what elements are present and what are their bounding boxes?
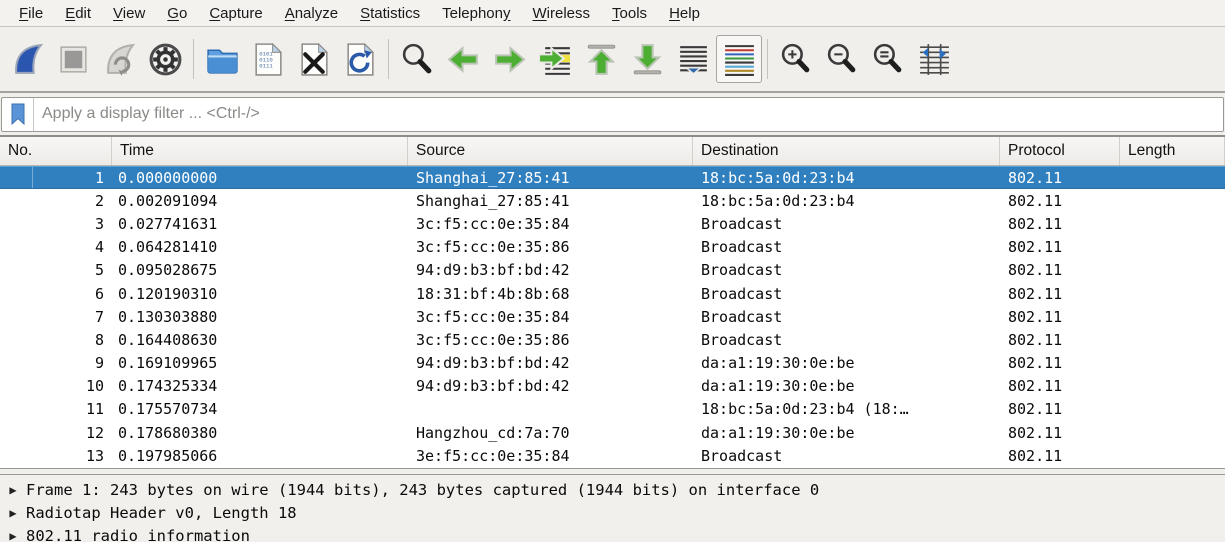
shark-fin-start-icon <box>9 41 46 78</box>
go-back-button[interactable] <box>440 35 486 83</box>
packet-row[interactable]: 130.1979850663e:f5:cc:0e:35:84 Broadcast… <box>0 444 1225 467</box>
stop-square-icon <box>55 41 92 78</box>
colorize-icon <box>721 41 758 78</box>
packet-row[interactable]: 60.12019031018:31:bf:4b:8b:68 Broadcast8… <box>0 282 1225 305</box>
svg-text:0111: 0111 <box>259 62 273 69</box>
main-toolbar: 0101 0110 0111 <box>0 27 1225 93</box>
packet-row[interactable]: 20.002091094Shanghai_27:85:41 18:bc:5a:0… <box>0 189 1225 212</box>
packet-row[interactable]: 90.16910996594:d9:b3:bf:bd:42 da:a1:19:3… <box>0 352 1225 375</box>
colorize-button[interactable] <box>716 35 762 83</box>
detail-tree-line[interactable]: ▶ 802.11 radio information <box>0 524 1225 542</box>
packet-row[interactable]: 30.0277416313c:f5:cc:0e:35:84 Broadcast8… <box>0 212 1225 235</box>
column-header-destination[interactable]: Destination <box>693 137 1000 165</box>
packet-row[interactable]: 110.175570734 18:bc:5a:0d:23:b4 (18:…802… <box>0 398 1225 421</box>
auto-scroll-button[interactable] <box>670 35 716 83</box>
filter-bar <box>0 93 1225 137</box>
zoom-in-icon <box>778 41 815 78</box>
menu-item-file[interactable]: File <box>8 3 54 24</box>
save-document-icon: 0101 0110 0111 <box>250 41 287 78</box>
display-filter-box <box>1 97 1224 132</box>
toolbar-separator <box>767 39 768 79</box>
menu-item-analyze[interactable]: Analyze <box>274 3 349 24</box>
auto-scroll-icon <box>675 41 712 78</box>
menu-item-statistics[interactable]: Statistics <box>349 3 431 24</box>
packet-list: 10.000000000Shanghai_27:85:41 18:bc:5a:0… <box>0 166 1225 468</box>
packet-row[interactable]: 100.17432533494:d9:b3:bf:bd:42 da:a1:19:… <box>0 375 1225 398</box>
packet-row[interactable]: 70.1303038803c:f5:cc:0e:35:84 Broadcast8… <box>0 305 1225 328</box>
menu-item-tools[interactable]: Tools <box>601 3 658 24</box>
detail-tree-line[interactable]: ▶ Frame 1: 243 bytes on wire (1944 bits)… <box>0 478 1225 501</box>
start-capture-button[interactable] <box>4 35 50 83</box>
stop-capture-button[interactable] <box>50 35 96 83</box>
zoom-100-icon <box>870 41 907 78</box>
menu-item-view[interactable]: View <box>102 3 156 24</box>
resize-columns-icon <box>916 41 953 78</box>
toolbar-separator <box>193 39 194 79</box>
expand-arrow-icon[interactable]: ▶ <box>0 483 26 497</box>
first-packet-icon <box>583 41 620 78</box>
zoom-100-button[interactable] <box>865 35 911 83</box>
expand-arrow-icon[interactable]: ▶ <box>0 506 26 520</box>
capture-options-button[interactable] <box>142 35 188 83</box>
bookmark-icon[interactable] <box>2 98 34 131</box>
menu-item-wireless[interactable]: Wireless <box>522 3 602 24</box>
pane-splitter[interactable] <box>0 468 1225 475</box>
open-file-button[interactable] <box>199 35 245 83</box>
find-packet-button[interactable] <box>394 35 440 83</box>
toolbar-separator <box>388 39 389 79</box>
forward-arrow-icon <box>491 41 528 78</box>
packet-row[interactable]: 80.1644086303c:f5:cc:0e:35:86 Broadcast8… <box>0 328 1225 351</box>
expand-arrow-icon[interactable]: ▶ <box>0 529 26 542</box>
column-header-length[interactable]: Length <box>1120 137 1225 165</box>
gear-icon <box>147 41 184 78</box>
zoom-out-button[interactable] <box>819 35 865 83</box>
resize-columns-button[interactable] <box>911 35 957 83</box>
packet-row[interactable]: 50.09502867594:d9:b3:bf:bd:42 Broadcast8… <box>0 259 1225 282</box>
menu-item-telephony[interactable]: Telephony <box>431 3 521 24</box>
magnifier-icon <box>399 41 436 78</box>
go-to-packet-button[interactable] <box>532 35 578 83</box>
menu-item-go[interactable]: Go <box>156 3 198 24</box>
zoom-out-icon <box>824 41 861 78</box>
packet-row[interactable]: 40.0642814103c:f5:cc:0e:35:86 Broadcast8… <box>0 236 1225 259</box>
menu-item-capture[interactable]: Capture <box>198 3 273 24</box>
display-filter-input[interactable] <box>34 98 1223 131</box>
menu-item-edit[interactable]: Edit <box>54 3 102 24</box>
close-file-button[interactable] <box>291 35 337 83</box>
reload-document-icon <box>342 41 379 78</box>
packet-row[interactable]: 120.178680380Hangzhou_cd:7a:70 da:a1:19:… <box>0 421 1225 444</box>
column-header-time[interactable]: Time <box>112 137 408 165</box>
packet-row[interactable]: 10.000000000Shanghai_27:85:41 18:bc:5a:0… <box>0 166 1225 189</box>
column-header-protocol[interactable]: Protocol <box>1000 137 1120 165</box>
go-forward-button[interactable] <box>486 35 532 83</box>
column-header-no[interactable]: No. <box>0 137 112 165</box>
zoom-in-button[interactable] <box>773 35 819 83</box>
menu-bar: FileEditViewGoCaptureAnalyzeStatisticsTe… <box>0 0 1225 27</box>
back-arrow-icon <box>445 41 482 78</box>
packet-list-header: No. Time Source Destination Protocol Len… <box>0 137 1225 166</box>
folder-icon <box>204 41 241 78</box>
packet-detail-pane: ▶ Frame 1: 243 bytes on wire (1944 bits)… <box>0 475 1225 537</box>
reload-file-button[interactable] <box>337 35 383 83</box>
save-file-button[interactable]: 0101 0110 0111 <box>245 35 291 83</box>
last-packet-icon <box>629 41 666 78</box>
detail-tree-line[interactable]: ▶ Radiotap Header v0, Length 18 <box>0 501 1225 524</box>
go-first-packet-button[interactable] <box>578 35 624 83</box>
close-document-icon <box>296 41 333 78</box>
shark-fin-restart-icon <box>101 41 138 78</box>
restart-capture-button[interactable] <box>96 35 142 83</box>
column-header-source[interactable]: Source <box>408 137 693 165</box>
menu-item-help[interactable]: Help <box>658 3 711 24</box>
go-last-packet-button[interactable] <box>624 35 670 83</box>
goto-packet-icon <box>537 41 574 78</box>
